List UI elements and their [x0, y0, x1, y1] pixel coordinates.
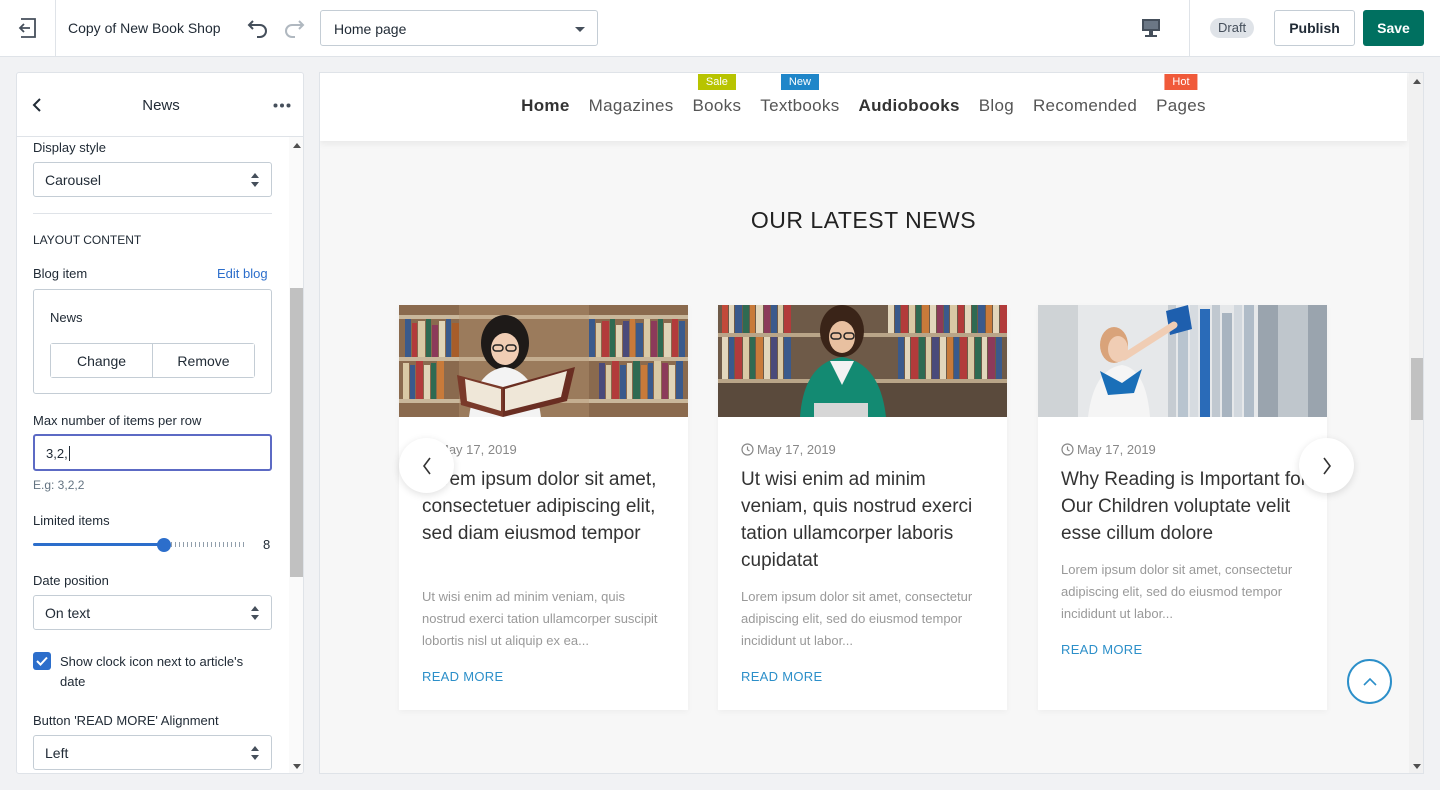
clock-icon — [1061, 443, 1074, 456]
store-nav: Home Magazines Books Sale Textbooks New Audiob… — [320, 73, 1407, 141]
nav-menu: Home Magazines Books Sale Textbooks New Audiob… — [320, 74, 1407, 116]
read-more-alignment-label: Button 'READ MORE' Alignment — [33, 713, 219, 728]
news-excerpt: Ut wisi enim ad minim veniam, quis nostr… — [422, 589, 658, 648]
settings-panel: News Display style Carousel LAYOUT CONTE… — [16, 72, 304, 774]
selected-blog-name: News — [50, 310, 83, 325]
nav-item-recomended[interactable]: Recomended — [1033, 96, 1137, 116]
read-more-link[interactable]: READ MORE — [741, 669, 822, 684]
news-card[interactable]: May 17, 2019 Why Reading is Important fo… — [1038, 305, 1327, 710]
nav-item-magazines[interactable]: Magazines — [589, 96, 674, 116]
scrollbar-thumb[interactable] — [290, 288, 303, 577]
editor-topbar: Copy of New Book Shop Home page Draft Pu… — [0, 0, 1440, 57]
news-date: May 17, 2019 — [1061, 442, 1156, 457]
news-image — [399, 305, 688, 417]
blog-button-group: Change Remove — [50, 343, 255, 378]
limited-items-label: Limited items — [33, 513, 110, 528]
preview-scrollbar[interactable] — [1409, 73, 1423, 773]
read-more-link[interactable]: READ MORE — [1061, 642, 1142, 657]
limited-items-slider[interactable] — [33, 538, 245, 552]
exit-button[interactable] — [0, 0, 56, 56]
theme-title: Copy of New Book Shop — [68, 20, 221, 36]
nav-item-textbooks[interactable]: Textbooks New — [760, 74, 839, 116]
blog-item-box: News Change Remove — [33, 289, 272, 394]
select-arrows-icon — [251, 606, 259, 620]
news-card[interactable]: May 17, 2019 Lorem ipsum dolor sit amet,… — [399, 305, 688, 710]
nav-item-audiobooks[interactable]: Audiobooks — [859, 96, 960, 116]
date-position-select[interactable]: On text — [33, 595, 272, 630]
publish-button[interactable]: Publish — [1274, 10, 1355, 46]
nav-badge: Hot — [1164, 74, 1198, 90]
slider-track — [171, 542, 245, 547]
scroll-up-icon[interactable] — [1413, 79, 1421, 84]
slider-fill — [33, 543, 164, 546]
panel-header: News — [17, 73, 303, 137]
scroll-down-icon[interactable] — [1413, 764, 1421, 769]
news-title[interactable]: Ut wisi enim ad minim veniam, quis nostr… — [741, 466, 991, 574]
news-title[interactable]: Why Reading is Important for Our Childre… — [1061, 466, 1311, 547]
select-arrows-icon — [251, 173, 259, 187]
read-more-link[interactable]: READ MORE — [422, 669, 503, 684]
select-arrows-icon — [251, 746, 259, 760]
scroll-down-icon[interactable] — [293, 764, 301, 769]
max-items-hint: E.g: 3,2,2 — [33, 478, 85, 492]
panel-scrollbar[interactable] — [289, 137, 303, 773]
limited-items-value: 8 — [263, 537, 271, 552]
blog-item-label: Blog item — [33, 266, 88, 281]
scroll-up-icon[interactable] — [293, 143, 301, 148]
carousel-next-button[interactable] — [1299, 438, 1354, 493]
news-title[interactable]: Lorem ipsum dolor sit amet, consectetuer… — [422, 466, 672, 547]
nav-item-pages[interactable]: Pages Hot — [1156, 74, 1206, 116]
save-button[interactable]: Save — [1363, 10, 1424, 46]
chevron-right-icon — [1322, 457, 1331, 474]
news-date: May 17, 2019 — [741, 442, 836, 457]
redo-icon[interactable] — [282, 16, 306, 40]
status-badge: Draft — [1210, 18, 1255, 38]
section-heading: LAYOUT CONTENT — [33, 233, 142, 247]
nav-item-books[interactable]: Books Sale — [693, 74, 742, 116]
chevron-down-icon — [575, 27, 585, 32]
display-style-label: Display style — [33, 140, 106, 155]
panel-title: News — [142, 97, 180, 114]
section-title: OUR LATEST NEWS — [750, 207, 977, 233]
news-excerpt: Lorem ipsum dolor sit amet, consectetur … — [741, 589, 973, 648]
news-image — [1038, 305, 1327, 417]
max-items-label: Max number of items per row — [33, 413, 202, 428]
scrollbar-thumb[interactable] — [1411, 358, 1423, 420]
display-style-select[interactable]: Carousel — [33, 162, 272, 197]
chevron-left-icon — [422, 457, 431, 474]
show-clock-checkbox[interactable] — [33, 652, 51, 670]
undo-icon[interactable] — [246, 16, 270, 40]
edit-blog-link[interactable]: Edit blog — [217, 266, 268, 281]
page-select[interactable]: Home page — [320, 10, 598, 46]
nav-badge: Sale — [697, 74, 736, 90]
nav-badge: New — [780, 74, 819, 90]
theme-preview: Home Magazines Books Sale Textbooks New Audiob… — [319, 72, 1424, 774]
exit-icon — [18, 18, 36, 38]
show-clock-label: Show clock icon next to article's date — [60, 654, 244, 689]
more-icon[interactable] — [273, 103, 291, 108]
clock-icon — [741, 443, 754, 456]
text-cursor-icon — [69, 446, 75, 461]
news-image — [718, 305, 1007, 417]
change-button[interactable]: Change — [51, 344, 152, 377]
divider — [1189, 0, 1190, 56]
check-icon — [36, 656, 48, 666]
back-to-top-button[interactable] — [1347, 659, 1392, 704]
max-items-input[interactable]: 3,2, — [33, 434, 272, 471]
nav-item-home[interactable]: Home — [521, 96, 569, 116]
slider-handle[interactable] — [157, 538, 171, 552]
remove-button[interactable]: Remove — [152, 344, 254, 377]
nav-item-blog[interactable]: Blog — [979, 96, 1014, 116]
read-more-alignment-select[interactable]: Left — [33, 735, 272, 770]
divider — [33, 213, 272, 214]
chevron-up-icon — [1362, 677, 1377, 686]
news-card[interactable]: May 17, 2019 Ut wisi enim ad minim venia… — [718, 305, 1007, 710]
date-position-label: Date position — [33, 573, 109, 588]
carousel-prev-button[interactable] — [399, 438, 454, 493]
news-excerpt: Lorem ipsum dolor sit amet, consectetur … — [1061, 562, 1293, 621]
desktop-icon[interactable] — [1140, 17, 1162, 39]
